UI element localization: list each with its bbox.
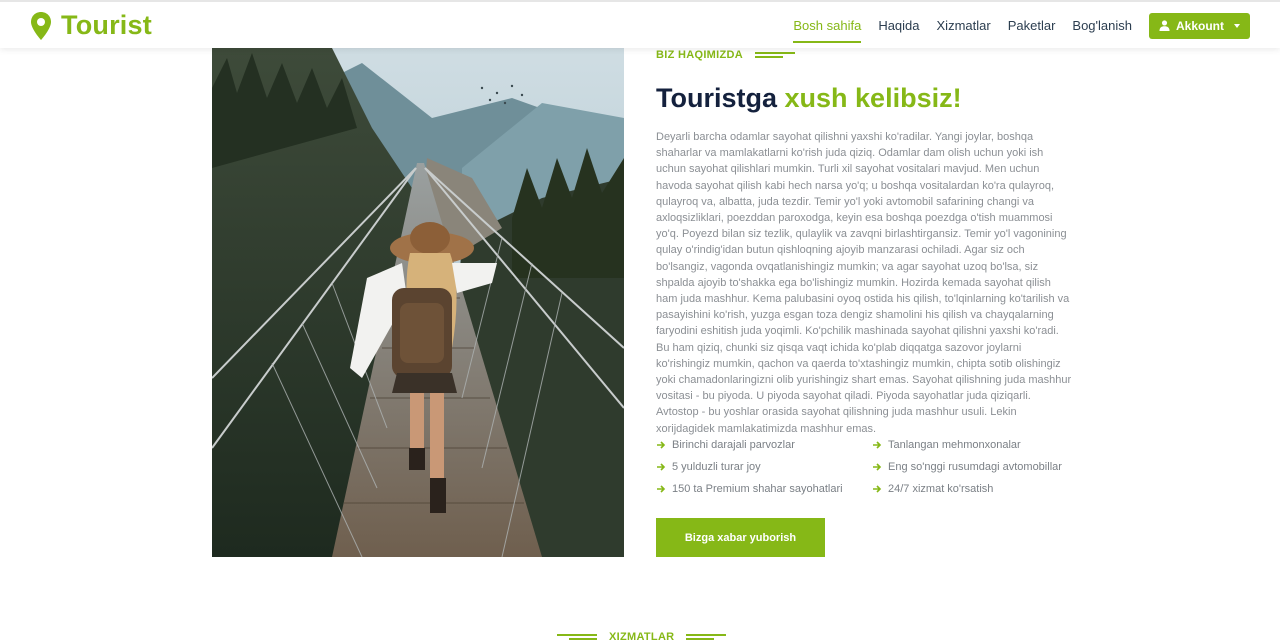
- list-item: Tanlangan mehmonxonalar: [872, 438, 1072, 452]
- nav-link-about[interactable]: Haqida: [878, 12, 919, 39]
- user-icon: [1159, 20, 1170, 31]
- map-pin-icon: [31, 11, 51, 40]
- list-item: 5 yulduzli turar joy: [656, 460, 872, 474]
- nav-link-home[interactable]: Bosh sahifa: [793, 12, 861, 43]
- services-kicker-label: XIZMATLAR: [609, 631, 675, 643]
- nav-link-services[interactable]: Xizmatlar: [937, 12, 991, 39]
- nav-link-contact[interactable]: Bog'lanish: [1072, 12, 1132, 39]
- main-nav: Bosh sahifa Haqida Xizmatlar Paketlar Bo…: [776, 12, 1250, 43]
- nav-link-packages[interactable]: Paketlar: [1008, 12, 1056, 39]
- arrow-right-icon: [873, 441, 882, 449]
- account-dropdown-button[interactable]: Akkount: [1149, 12, 1250, 39]
- list-item: Birinchi darajali parvozlar: [656, 438, 872, 452]
- about-title-part1: Touristga: [656, 83, 785, 113]
- list-item: 150 ta Premium shahar sayohatlari: [656, 482, 872, 496]
- account-label: Akkount: [1176, 18, 1224, 33]
- arrow-right-icon: [873, 485, 882, 493]
- feature-label: 150 ta Premium shahar sayohatlari: [672, 483, 843, 495]
- about-paragraph: Deyarli barcha odamlar sayohat qilishni …: [656, 131, 1072, 435]
- list-item: Eng so'nggi rusumdagi avtomobillar: [872, 460, 1072, 474]
- about-title-accent: xush kelibsiz!: [784, 83, 962, 113]
- send-message-button[interactable]: Bizga xabar yuborish: [656, 518, 825, 557]
- about-kicker-label: BIZ HAQIMIZDA: [656, 49, 744, 61]
- services-kicker: XIZMATLAR: [557, 631, 727, 643]
- arrow-right-icon: [873, 463, 882, 471]
- feature-label: 24/7 xizmat ko'rsatish: [888, 483, 994, 495]
- about-kicker: BIZ HAQIMIZDA: [656, 49, 796, 61]
- brand-logo[interactable]: Tourist: [30, 10, 152, 41]
- feature-label: 5 yulduzli turar joy: [672, 461, 761, 473]
- caret-down-icon: [1234, 23, 1240, 28]
- features-list: Birinchi darajali parvozlar Tanlangan me…: [656, 438, 1076, 496]
- feature-label: Birinchi darajali parvozlar: [672, 439, 795, 451]
- list-item: 24/7 xizmat ko'rsatish: [872, 482, 1072, 496]
- brand-name: Tourist: [61, 10, 152, 40]
- kicker-decoration: [557, 633, 597, 641]
- arrow-right-icon: [657, 463, 666, 471]
- kicker-decoration: [686, 633, 727, 641]
- arrow-right-icon: [657, 485, 666, 493]
- feature-label: Tanlangan mehmonxonalar: [888, 439, 1021, 451]
- arrow-right-icon: [657, 441, 666, 449]
- about-title: Touristga xush kelibsiz!: [656, 83, 962, 114]
- about-photo: [212, 48, 624, 557]
- navbar: Tourist Bosh sahifa Haqida Xizmatlar Pak…: [0, 0, 1280, 48]
- feature-label: Eng so'nggi rusumdagi avtomobillar: [888, 461, 1062, 473]
- kicker-decoration: [755, 51, 796, 59]
